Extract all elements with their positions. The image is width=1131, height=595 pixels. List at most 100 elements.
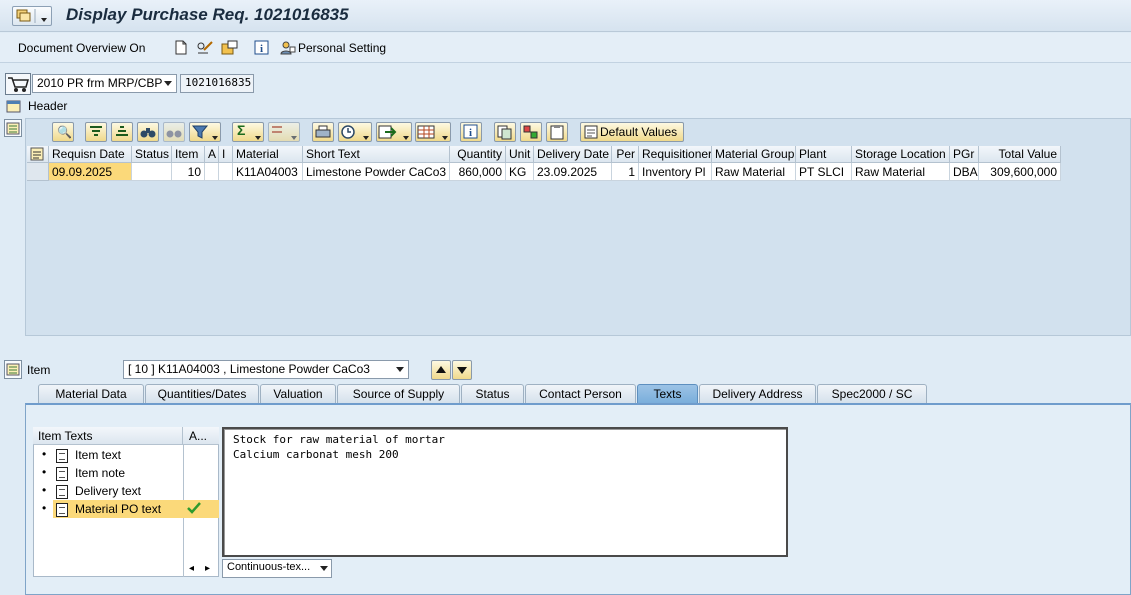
info-icon: i	[463, 124, 478, 139]
tree-item-delivery-text[interactable]: • Delivery text	[34, 483, 184, 501]
print-preview-button[interactable]	[312, 122, 334, 142]
text-editor[interactable]: Stock for raw material of mortar Calcium…	[222, 427, 788, 557]
fix-button[interactable]	[546, 122, 568, 142]
tab-spec2000-sc[interactable]: Spec2000 / SC	[817, 384, 927, 403]
tab-delivery-address[interactable]: Delivery Address	[699, 384, 816, 403]
col-item[interactable]: Item	[172, 146, 205, 163]
table-cell-material-group[interactable]: Raw Material	[712, 163, 796, 181]
personal-setting-button[interactable]: Personal Setting	[298, 41, 386, 55]
table-cell-storage-location[interactable]: Raw Material	[852, 163, 950, 181]
views-button[interactable]	[338, 122, 372, 142]
pr-number-field[interactable]: 1021016835	[180, 74, 254, 93]
col-material[interactable]: Material	[233, 146, 303, 163]
page-title: Display Purchase Req. 1021016835	[66, 5, 349, 24]
table-cell-total-value[interactable]: 309,600,000	[979, 163, 1061, 181]
col-requisitioner[interactable]: Requisitioner	[639, 146, 712, 163]
select-all-button[interactable]	[27, 146, 49, 163]
details-button[interactable]: 🔍	[52, 122, 74, 142]
table-cell-short-text[interactable]: Limestone Powder CaCo3	[303, 163, 450, 181]
table-cell-quantity[interactable]: 860,000	[450, 163, 506, 181]
dropdown-arrow-icon	[442, 136, 448, 140]
expand-header-icon[interactable]	[6, 99, 22, 113]
bullet-icon: •	[42, 465, 47, 479]
tab-valuation[interactable]: Valuation	[260, 384, 336, 403]
text-format-select[interactable]: Continuous-tex...	[222, 559, 332, 578]
grid-info-button[interactable]: i	[460, 122, 482, 142]
personal-setting-icon[interactable]	[280, 40, 296, 55]
tree-header-item-texts[interactable]: Item Texts	[33, 427, 183, 445]
shopping-cart-button[interactable]	[5, 73, 31, 95]
col-pgr[interactable]: PGr	[950, 146, 979, 163]
change-display-icon[interactable]	[196, 40, 214, 55]
table-cell-plant[interactable]: PT SLCI	[796, 163, 852, 181]
col-quantity[interactable]: Quantity	[450, 146, 506, 163]
col-i[interactable]: I	[219, 146, 233, 163]
filter-button[interactable]	[189, 122, 221, 142]
default-values-button[interactable]: Default Values	[580, 122, 684, 142]
tab-quantities-dates[interactable]: Quantities/Dates	[145, 384, 259, 403]
next-item-button[interactable]	[452, 360, 472, 380]
tab-source-of-supply[interactable]: Source of Supply	[337, 384, 460, 403]
table-cell-i[interactable]	[219, 163, 233, 181]
find-next-button[interactable]	[163, 122, 185, 142]
sort-ascending-button[interactable]	[85, 122, 107, 142]
create-document-icon[interactable]	[174, 40, 188, 55]
table-cell-per[interactable]: 1	[612, 163, 639, 181]
subtotal-button[interactable]	[268, 122, 300, 142]
tree-item-item-note[interactable]: • Item note	[34, 465, 184, 483]
find-button[interactable]	[137, 122, 159, 142]
table-cell-unit[interactable]: KG	[506, 163, 534, 181]
col-unit[interactable]: Unit	[506, 146, 534, 163]
col-per[interactable]: Per	[612, 146, 639, 163]
item-select[interactable]: [ 10 ] K11A04003 , Limestone Powder CaCo…	[123, 360, 409, 379]
layout-button[interactable]	[415, 122, 451, 142]
scroll-right-icon[interactable]: ▸	[205, 563, 210, 574]
previous-item-button[interactable]	[431, 360, 451, 380]
tab-status[interactable]: Status	[461, 384, 524, 403]
col-storage-location[interactable]: Storage Location	[852, 146, 950, 163]
row-selector[interactable]	[27, 163, 49, 181]
item-select-value: [ 10 ] K11A04003 , Limestone Powder CaCo…	[128, 362, 370, 376]
table-cell-status[interactable]	[132, 163, 172, 181]
export-button[interactable]	[376, 122, 412, 142]
scroll-left-icon[interactable]: ◂	[189, 563, 194, 574]
sum-button[interactable]: Σ	[232, 122, 264, 142]
tab-contact-person[interactable]: Contact Person	[525, 384, 636, 403]
tree-header-active[interactable]: A...	[183, 427, 219, 445]
info-icon[interactable]: i	[254, 40, 270, 55]
table-cell-pgr[interactable]: DBA	[950, 163, 979, 181]
copy-icon	[497, 125, 512, 140]
copy-button[interactable]	[494, 122, 516, 142]
table-cell-requisitioner[interactable]: Inventory Pl	[639, 163, 712, 181]
table-cell-a[interactable]	[205, 163, 219, 181]
col-material-group[interactable]: Material Group	[712, 146, 796, 163]
table-cell-delivery-date[interactable]: 23.09.2025	[534, 163, 612, 181]
col-short-text[interactable]: Short Text	[303, 146, 450, 163]
col-delivery-date[interactable]: Delivery Date	[534, 146, 612, 163]
col-requisn-date[interactable]: Requisn Date	[49, 146, 132, 163]
table-cell-item[interactable]: 10	[172, 163, 205, 181]
assign-button[interactable]	[520, 122, 542, 142]
system-menu-button[interactable]	[12, 6, 52, 26]
tree-scroll-controls: ◂ ▸	[185, 561, 219, 577]
document-type-select[interactable]: 2010 PR frm MRP/CBP	[32, 74, 177, 93]
other-document-icon[interactable]	[221, 40, 239, 55]
tree-item-material-po-text[interactable]: • Material PO text	[34, 501, 184, 519]
views-icon	[341, 125, 355, 139]
col-status[interactable]: Status	[132, 146, 172, 163]
document-overview-button[interactable]: Document Overview On	[18, 41, 145, 55]
col-plant[interactable]: Plant	[796, 146, 852, 163]
col-a[interactable]: A	[205, 146, 219, 163]
layout-grid-icon	[417, 125, 435, 139]
table-cell-material[interactable]: K11A04003	[233, 163, 303, 181]
document-icon	[56, 467, 68, 481]
tab-texts[interactable]: Texts	[637, 384, 698, 403]
sort-descending-button[interactable]	[111, 122, 133, 142]
table-cell-requisn-date[interactable]: 09.09.2025	[49, 163, 132, 181]
collapse-item-detail-button[interactable]	[4, 360, 22, 379]
collapse-items-button[interactable]	[4, 119, 22, 137]
tab-material-data[interactable]: Material Data	[38, 384, 144, 403]
tree-item-item-text[interactable]: • Item text	[34, 447, 184, 465]
document-icon	[56, 449, 68, 463]
col-total-value[interactable]: Total Value	[979, 146, 1061, 163]
